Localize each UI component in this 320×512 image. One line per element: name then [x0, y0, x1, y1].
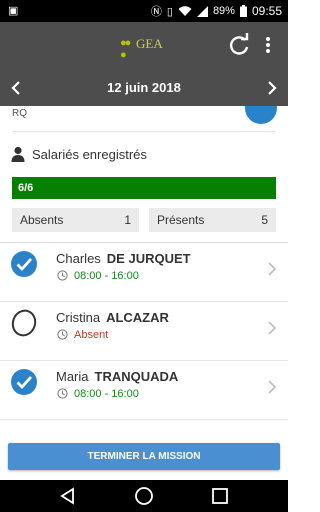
chevron-right-icon[interactable]	[262, 78, 282, 98]
mission-content[interactable]: RQ Salariés enregistrés 6/6 Absents 1 Pr…	[0, 106, 288, 436]
app-logo: ●● ● GEA	[120, 34, 176, 61]
absent-label: Absents	[20, 213, 64, 227]
date-bar: 12 juin 2018	[0, 70, 288, 106]
employee-name: Cristina ALCAZAR	[56, 310, 169, 325]
recents-icon[interactable]	[210, 486, 230, 506]
clock-icon	[57, 270, 68, 281]
back-icon[interactable]	[58, 486, 78, 506]
status-bar: ▣ Ⓝ ▯ 89% 09:55	[0, 0, 288, 22]
notification-icon: ▣	[8, 5, 19, 17]
mission-code: RQ	[12, 108, 27, 119]
absent-count-box[interactable]: Absents 1	[12, 208, 139, 232]
refresh-icon[interactable]	[226, 32, 252, 58]
shift-hours: 08:00 - 16:00	[74, 270, 139, 282]
logo-dots-icon: ●● ●	[120, 37, 131, 61]
signal-icon	[196, 5, 208, 17]
chevron-right-icon[interactable]	[266, 379, 278, 395]
home-icon[interactable]	[134, 486, 154, 506]
chevron-right-icon[interactable]	[266, 261, 278, 277]
shift-hours: 08:00 - 16:00	[74, 388, 139, 400]
check-circle-icon[interactable]	[10, 368, 38, 396]
divider	[12, 131, 276, 132]
battery-icon	[239, 5, 247, 17]
clock-time: 09:55	[251, 4, 282, 18]
present-count-box[interactable]: Présents 5	[149, 208, 276, 232]
employee-name: Maria TRANQUADA	[56, 369, 179, 384]
registration-progress-bar: 6/6	[12, 177, 276, 199]
progress-label: 6/6	[18, 182, 34, 194]
employee-row[interactable]: Maria TRANQUADA 08:00 - 16:00	[0, 361, 288, 420]
wifi-icon	[178, 5, 192, 16]
floating-action-button[interactable]	[245, 106, 277, 124]
divider	[0, 419, 288, 420]
employee-row[interactable]: Charles DE JURQUET 08:00 - 16:00	[0, 243, 288, 302]
employee-name: Charles DE JURQUET	[56, 251, 191, 266]
absent-count: 1	[124, 213, 131, 227]
logo-text: GEA	[136, 36, 163, 51]
present-count: 5	[261, 213, 268, 227]
vibrate-icon: ▯	[166, 5, 173, 18]
absence-status: Absent	[74, 329, 109, 341]
more-vert-icon[interactable]	[258, 34, 278, 56]
clock-icon	[57, 388, 68, 399]
person-icon	[11, 146, 25, 162]
absent-circle-icon[interactable]	[10, 309, 38, 337]
check-circle-icon[interactable]	[10, 250, 38, 278]
app-bar: ●● ● GEA	[0, 22, 288, 70]
finish-mission-button[interactable]: TERMINER LA MISSION	[8, 443, 280, 470]
chevron-right-icon[interactable]	[266, 320, 278, 336]
system-nav-bar	[0, 480, 288, 512]
nfc-icon: Ⓝ	[150, 6, 162, 18]
present-label: Présents	[157, 213, 205, 227]
battery-level: 89%	[212, 5, 235, 17]
section-title: Salariés enregistrés	[32, 147, 147, 162]
current-date: 12 juin 2018	[107, 80, 181, 95]
clock-icon	[57, 329, 68, 340]
employee-row[interactable]: Cristina ALCAZAR Absent	[0, 302, 288, 361]
